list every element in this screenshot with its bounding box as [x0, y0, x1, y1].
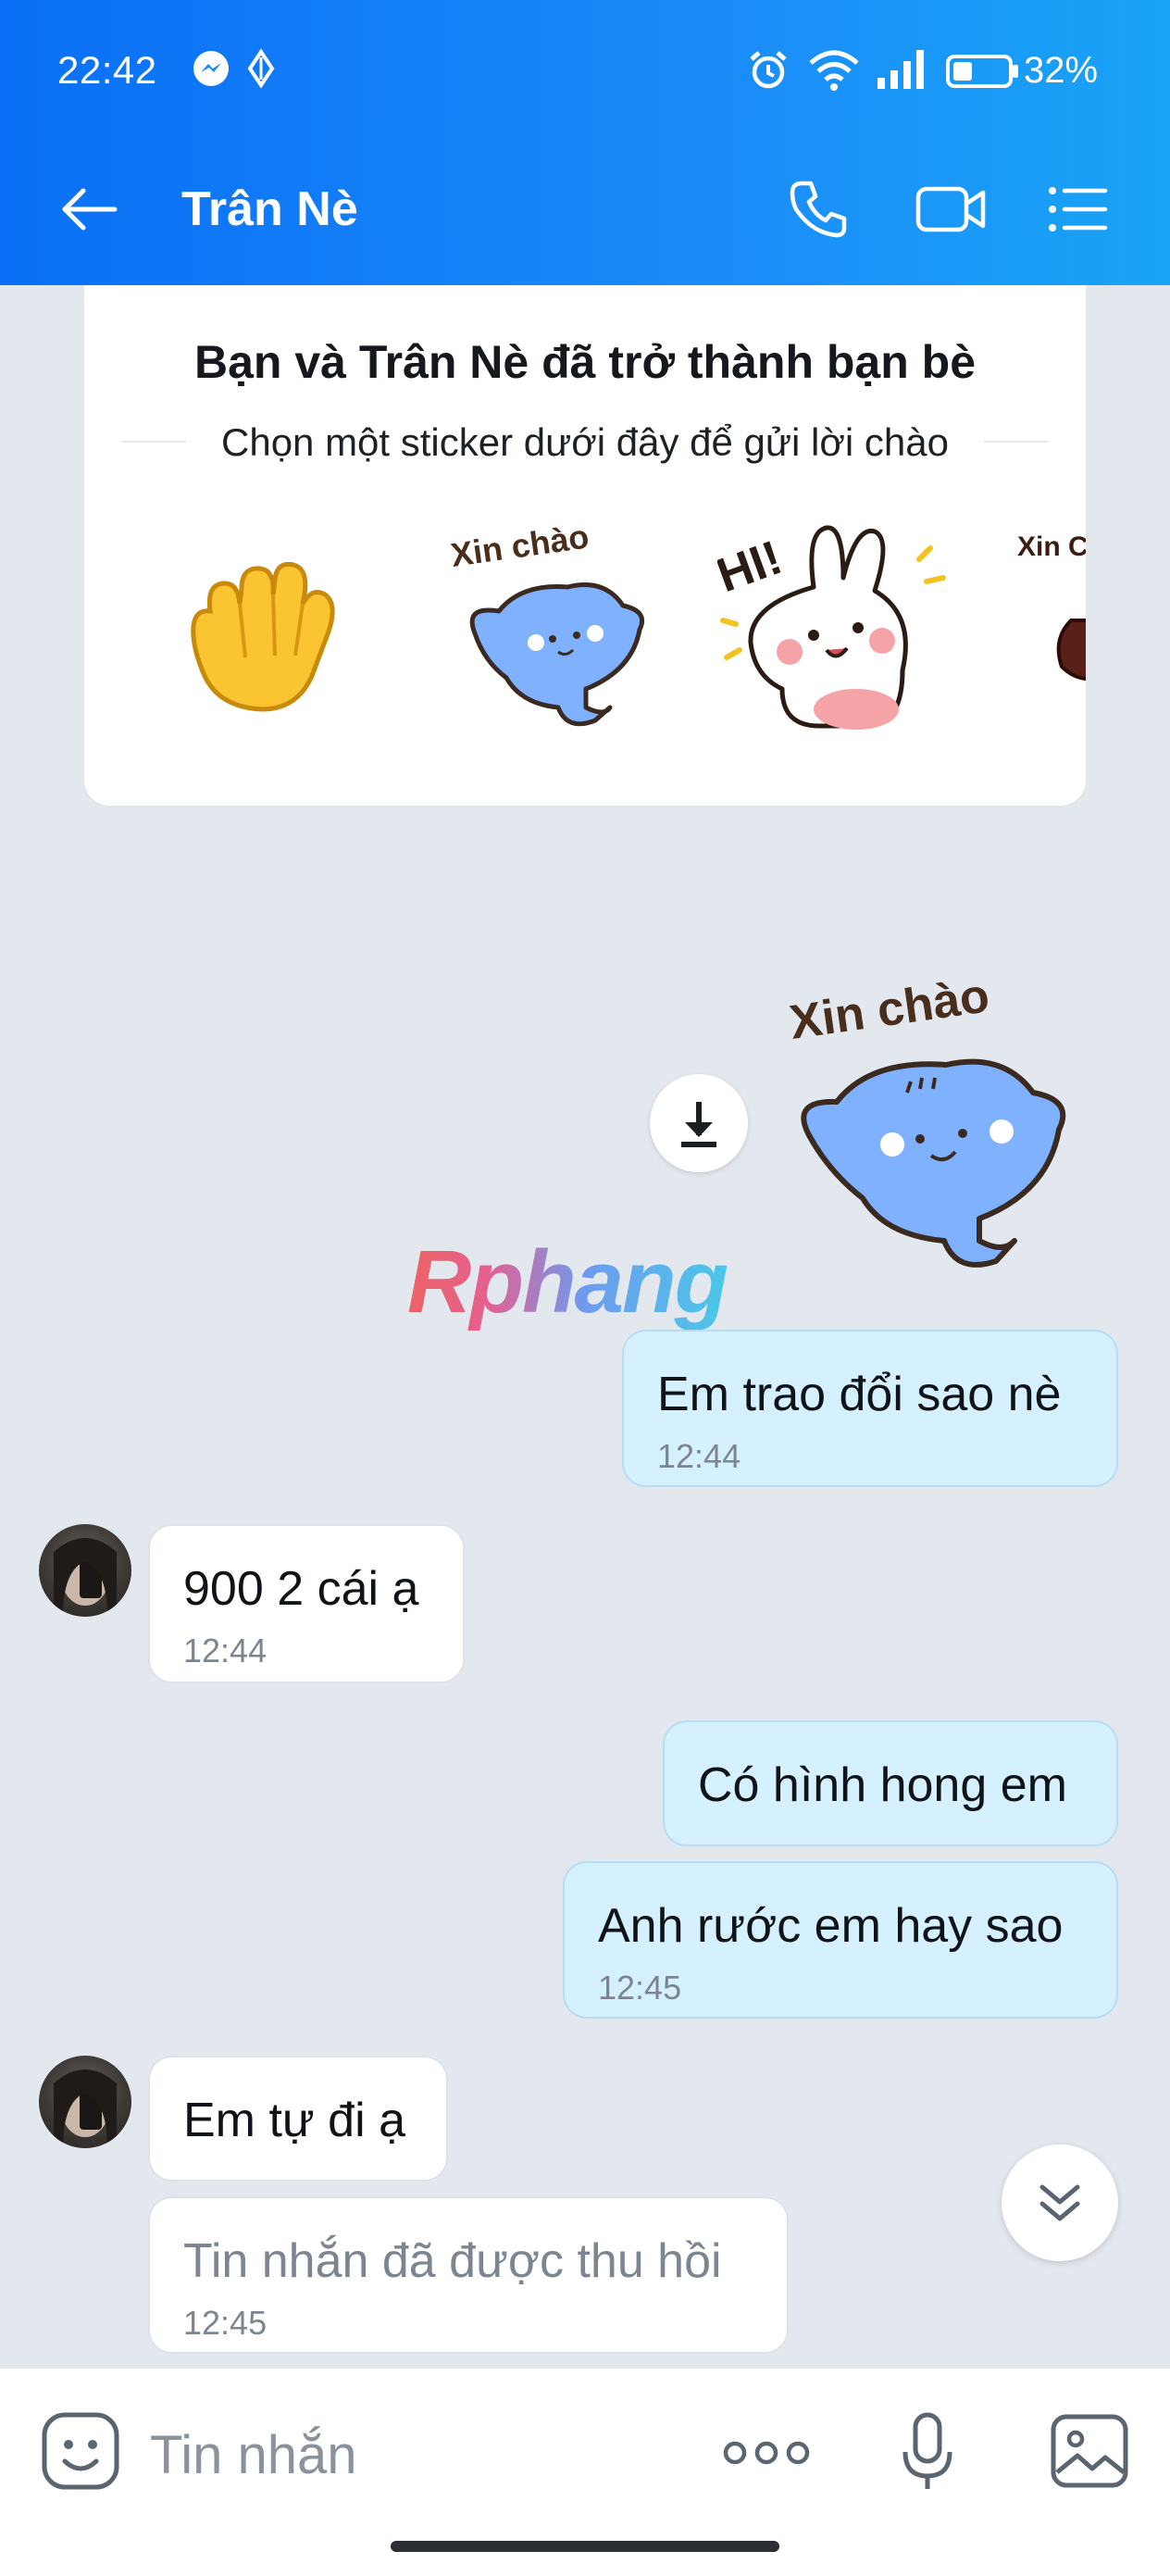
message-time: 12:44	[183, 1632, 268, 1669]
video-call-button[interactable]	[915, 176, 986, 243]
wave-hand-sticker[interactable]	[173, 546, 349, 727]
alarm-icon	[746, 48, 790, 97]
menu-button[interactable]	[1044, 176, 1111, 243]
message-time: 12:45	[598, 1969, 682, 2007]
avatar[interactable]	[39, 1524, 131, 1617]
xin-chao-cat-sticker[interactable]: Xin chào	[447, 517, 660, 740]
chat-title[interactable]: Trân Nè	[181, 181, 358, 237]
home-indicator[interactable]	[391, 2541, 779, 2552]
scroll-to-bottom-button[interactable]	[1002, 2145, 1118, 2261]
recalled-message-bubble[interactable]: Tin nhắn đã được thu hồi 12:45	[148, 2196, 789, 2354]
message-text: Em tự đi ạ	[183, 2094, 405, 2147]
sticker-text: Xin chào	[448, 522, 591, 574]
sticker-strip: Xin chào HI! Xin Chà	[84, 513, 1086, 791]
sent-sticker-xin-chao[interactable]: Xin chào	[781, 963, 1096, 1278]
composer	[0, 2367, 1170, 2576]
download-icon	[681, 1102, 716, 1147]
phone-icon	[790, 181, 847, 238]
sticker-emoji-button[interactable]	[41, 2411, 120, 2495]
arrow-left-icon	[62, 188, 118, 231]
message-text: 900 2 cái ạ	[183, 1562, 419, 1616]
message-text: Có hình hong em	[698, 1758, 1067, 1812]
message-text: Tin nhắn đã được thu hồi	[183, 2234, 722, 2288]
more-icon	[723, 2441, 810, 2465]
signal-icon	[876, 48, 927, 95]
message-text: Anh rước em hay sao	[598, 1899, 1064, 1953]
sticker-text: HI!	[717, 531, 789, 603]
message-bubble-out[interactable]: Có hình hong em	[663, 1720, 1118, 1846]
friend-card-title: Bạn và Trân Nè đã trở thành bạn bè	[193, 336, 977, 388]
voice-call-button[interactable]	[785, 176, 852, 243]
message-bubble-in[interactable]: Em tự đi ạ	[148, 2056, 448, 2182]
more-button[interactable]	[722, 2439, 811, 2471]
message-input[interactable]	[148, 2417, 670, 2493]
wifi-icon	[807, 48, 861, 97]
watermark: Rphang	[407, 1232, 728, 1332]
image-icon	[1051, 2414, 1128, 2488]
header: 22:42 32% Trân Nè	[0, 0, 1170, 285]
status-time: 22:42	[57, 48, 157, 92]
sticker-text: Xin Chà	[1017, 531, 1086, 562]
download-button[interactable]	[650, 1074, 748, 1172]
message-bubble-out[interactable]: Em trao đổi sao nè 12:44	[622, 1330, 1118, 1487]
avatar[interactable]	[39, 2056, 131, 2148]
microphone-button[interactable]	[900, 2411, 955, 2499]
battery-icon	[946, 54, 1020, 94]
message-text: Em trao đổi sao nè	[657, 1368, 1062, 1421]
messenger-icon	[191, 48, 231, 94]
battery-percent: 32%	[1024, 50, 1099, 91]
friend-card-subtitle-row: Chọn một sticker dưới đây để gửi lời chà…	[121, 415, 1049, 467]
location-icon	[244, 48, 278, 94]
video-call-icon	[915, 186, 986, 232]
message-bubble-out[interactable]: Anh rước em hay sao 12:45	[563, 1861, 1118, 2019]
microphone-icon	[902, 2412, 952, 2489]
message-time: 12:44	[657, 1437, 741, 1475]
hi-bunny-sticker[interactable]: HI!	[710, 513, 958, 749]
message-bubble-in[interactable]: 900 2 cái ạ 12:44	[148, 1524, 465, 1683]
chevron-double-down-icon	[1039, 2184, 1080, 2221]
image-button[interactable]	[1050, 2413, 1129, 2494]
back-button[interactable]	[56, 176, 122, 243]
friend-card-subtitle: Chọn một sticker dưới đây để gửi lời chà…	[221, 420, 949, 464]
sticker-text: Xin chào	[787, 969, 993, 1050]
sticker-emoji-icon	[42, 2412, 119, 2490]
menu-list-icon	[1049, 187, 1108, 231]
xin-chao-partial-sticker[interactable]: Xin Chà	[1015, 519, 1086, 708]
message-time: 12:45	[183, 2304, 268, 2342]
friend-card: Bạn và Trân Nè đã trở thành bạn bè Chọn …	[84, 285, 1086, 806]
